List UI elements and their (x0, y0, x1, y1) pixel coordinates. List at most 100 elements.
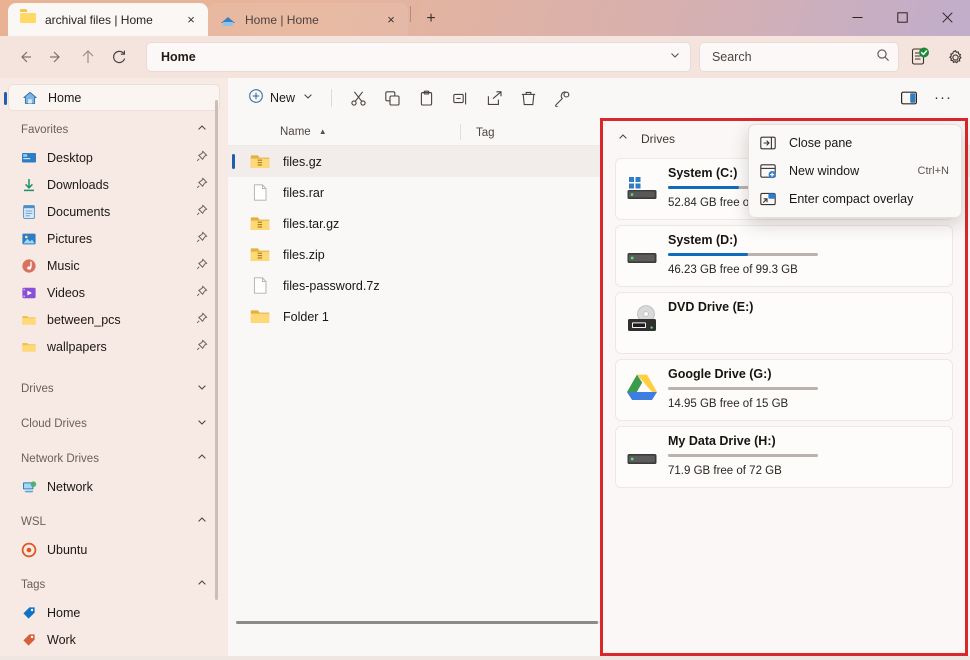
zip-folder-icon (250, 215, 270, 232)
sidebar-item-downloads[interactable]: Downloads (8, 171, 220, 198)
details-pane-icon[interactable] (892, 84, 926, 112)
pin-icon[interactable] (196, 285, 212, 300)
chevron-up-icon[interactable] (196, 450, 212, 468)
sidebar-item-music[interactable]: Music (8, 252, 220, 279)
network-icon (21, 479, 37, 495)
chevron-down-icon[interactable] (668, 48, 682, 67)
chevron-down-icon[interactable] (196, 380, 212, 398)
sidebar-group-network-drives[interactable]: Network Drives (8, 446, 220, 472)
search-input[interactable]: Search (712, 50, 876, 64)
drive-name: Google Drive (G:) (668, 367, 772, 381)
address-path-box[interactable]: Home (145, 42, 691, 72)
column-header-tag[interactable]: Tag (461, 123, 581, 141)
sidebar-item-between-pcs[interactable]: between_pcs (8, 306, 220, 333)
drive-free-space: 46.23 GB free of 99.3 GB (668, 264, 798, 276)
hdd-icon (626, 242, 660, 272)
menu-item-label: New window (789, 164, 860, 178)
sidebar-item-tag-work[interactable]: Work (8, 626, 220, 653)
search-icon[interactable] (876, 48, 890, 67)
tab-archival-files[interactable]: archival files | Home × (8, 3, 208, 36)
maximize-button[interactable] (880, 0, 925, 34)
copy-button[interactable] (375, 84, 409, 112)
chevron-down-icon[interactable] (302, 89, 314, 107)
forward-button[interactable] (40, 41, 71, 73)
new-tab-button[interactable]: + (417, 5, 445, 33)
delete-button[interactable] (511, 84, 545, 112)
pin-icon[interactable] (196, 150, 212, 165)
column-header-name[interactable]: Name ▲ (228, 126, 460, 138)
command-toolbar: New ··· (228, 78, 970, 118)
drive-capacity-bar (668, 387, 818, 390)
bottom-strip (0, 656, 970, 660)
rename-button[interactable] (443, 84, 477, 112)
minimize-button[interactable] (835, 0, 880, 34)
pin-icon[interactable] (196, 312, 212, 327)
cut-button[interactable] (341, 84, 375, 112)
sidebar-group-tags[interactable]: Tags (8, 572, 220, 598)
back-button[interactable] (9, 41, 40, 73)
sidebar-scrollbar[interactable] (215, 100, 218, 600)
drive-card-dvd-e[interactable]: DVD Drive (E:) (615, 292, 953, 354)
pin-icon[interactable] (196, 339, 212, 354)
sidebar-item-tag-home[interactable]: Home (8, 599, 220, 626)
sidebar-item-label: Downloads (47, 177, 109, 192)
sidebar-group-wsl[interactable]: WSL (8, 509, 220, 535)
menu-item-new-window[interactable]: New window Ctrl+N (753, 157, 957, 185)
see-more-button[interactable]: ··· (926, 84, 960, 112)
sidebar-item-pictures[interactable]: Pictures (8, 225, 220, 252)
folder-icon (21, 339, 37, 355)
menu-item-enter-compact-overlay[interactable]: Enter compact overlay (753, 185, 957, 213)
drive-card-system-d[interactable]: System (D:) 46.23 GB free of 99.3 GB (615, 225, 953, 287)
chevron-up-icon[interactable] (617, 130, 629, 148)
sidebar-item-documents[interactable]: Documents (8, 198, 220, 225)
column-label: Name (280, 125, 311, 138)
drive-name: My Data Drive (H:) (668, 434, 776, 448)
status-ok-icon[interactable] (905, 42, 935, 72)
tab-home[interactable]: Home | Home × (208, 3, 408, 36)
tab-title: archival files | Home (45, 12, 153, 27)
sidebar-item-home[interactable]: Home (4, 84, 220, 111)
chevron-up-icon[interactable] (196, 576, 212, 594)
sidebar-group-drives[interactable]: Drives (8, 376, 220, 402)
sidebar-group-cloud-drives[interactable]: Cloud Drives (8, 411, 220, 437)
pin-icon[interactable] (196, 258, 212, 273)
share-button[interactable] (477, 84, 511, 112)
refresh-button[interactable] (103, 41, 134, 73)
address-bar: Home Search (0, 36, 970, 78)
sidebar-item-desktop[interactable]: Desktop (8, 144, 220, 171)
sidebar-item-network[interactable]: Network (8, 473, 220, 500)
ubuntu-icon (21, 542, 37, 558)
drive-card-my-data-drive-h[interactable]: My Data Drive (H:) 71.9 GB free of 72 GB (615, 426, 953, 488)
sort-ascending-icon: ▲ (318, 127, 327, 136)
sidebar-item-wallpapers[interactable]: wallpapers (8, 333, 220, 360)
pin-icon[interactable] (196, 204, 212, 219)
chevron-up-icon[interactable] (196, 121, 212, 139)
sidebar-item-label: Videos (47, 285, 85, 300)
drive-card-google-drive-g[interactable]: Google Drive (G:) 14.95 GB free of 15 GB (615, 359, 953, 421)
pin-icon[interactable] (196, 177, 212, 192)
sidebar-group-favorites[interactable]: Favorites (8, 117, 220, 143)
sidebar-item-ubuntu[interactable]: Ubuntu (8, 536, 220, 563)
breadcrumb: Home (160, 50, 196, 64)
gear-icon[interactable] (940, 42, 970, 72)
up-button[interactable] (72, 41, 103, 73)
sidebar-item-label: Network (47, 479, 93, 494)
tab-close-icon[interactable]: × (380, 9, 402, 31)
tab-close-icon[interactable]: × (180, 9, 202, 31)
navigation-sidebar[interactable]: Home Favorites Desktop Downloads Documen… (0, 78, 228, 660)
pin-icon[interactable] (196, 231, 212, 246)
see-more-label: ··· (934, 89, 952, 106)
new-button[interactable]: New (240, 84, 322, 112)
sidebar-item-videos[interactable]: Videos (8, 279, 220, 306)
search-box[interactable]: Search (698, 42, 899, 72)
close-button[interactable] (925, 0, 970, 34)
tab-strip: archival files | Home × Home | Home × + (0, 0, 445, 36)
sidebar-group-label: Favorites (21, 124, 69, 136)
tag-blue-icon (21, 605, 37, 621)
paste-button[interactable] (409, 84, 443, 112)
menu-item-close-pane[interactable]: Close pane (753, 129, 957, 157)
chevron-down-icon[interactable] (196, 415, 212, 433)
properties-button[interactable] (545, 84, 579, 112)
horizontal-scrollbar[interactable] (236, 620, 598, 624)
chevron-up-icon[interactable] (196, 513, 212, 531)
